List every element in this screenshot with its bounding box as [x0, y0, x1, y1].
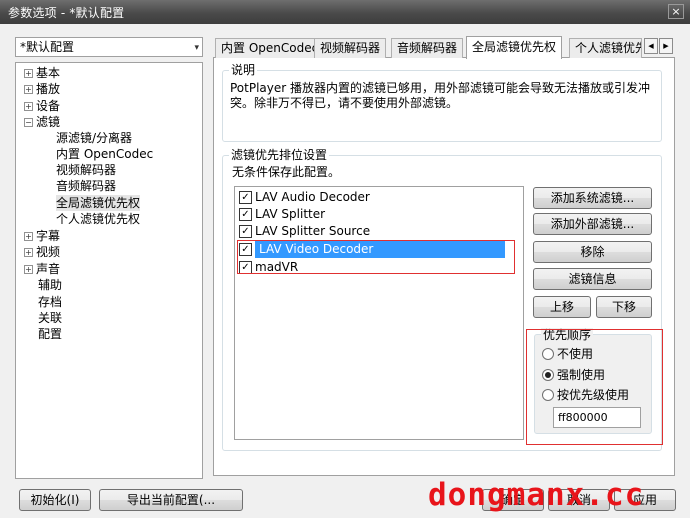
tree-item-video-decoder[interactable]: 视频解码器: [56, 162, 116, 178]
description-title: 说明: [229, 63, 258, 77]
filter-name: LAV Splitter Source: [255, 224, 371, 238]
tree-item-audio-decoder[interactable]: 音频解码器: [56, 178, 116, 194]
highlight-box: [237, 240, 515, 274]
tree-item-global-filter-priority[interactable]: 全局滤镜优先权: [56, 195, 141, 211]
tree-item-label: 辅助: [38, 278, 63, 292]
tree-item-label: 音频解码器: [56, 179, 117, 193]
tab-personal-filter-priority[interactable]: 个人滤镜优先: [569, 38, 642, 58]
tree-item-filters[interactable]: − 滤镜: [24, 114, 60, 130]
move-down-button[interactable]: 下移: [596, 296, 652, 318]
tree-item-label: 源滤镜/分离器: [56, 131, 133, 145]
tree-item-audio[interactable]: + 声音: [24, 261, 60, 277]
tree-item-archive[interactable]: 存档: [38, 294, 62, 310]
tree-item-association[interactable]: 关联: [38, 310, 62, 326]
description-line-1: PotPlayer 播放器内置的滤镜已够用，用外部滤镜可能会导致无法播放或引发冲: [230, 81, 651, 95]
expand-icon[interactable]: +: [24, 85, 33, 94]
checkbox[interactable]: ✓: [239, 191, 252, 204]
tree-item-label: 基本: [36, 66, 61, 80]
tree-item-device[interactable]: + 设备: [24, 98, 60, 114]
tree-item-label: 配置: [38, 327, 63, 341]
tree-item-label: 视频解码器: [56, 163, 117, 177]
add-external-filter-button[interactable]: 添加外部滤镜...: [533, 213, 652, 235]
tree-item-config[interactable]: 配置: [38, 326, 62, 342]
tree-item-video[interactable]: + 视频: [24, 244, 60, 260]
tab-audio-decoder[interactable]: 音频解码器: [391, 38, 464, 58]
tree-item-label: 视频: [36, 245, 61, 259]
tree-item-basic[interactable]: + 基本: [24, 65, 60, 81]
tree-item-personal-filter-priority[interactable]: 个人滤镜优先权: [56, 211, 140, 227]
filter-list[interactable]: ✓ LAV Audio Decoder ✓ LAV Splitter ✓ LAV…: [234, 186, 524, 440]
expand-icon[interactable]: +: [24, 69, 33, 78]
profile-dropdown[interactable]: *默认配置 ▾: [15, 37, 203, 57]
filter-name: LAV Splitter: [255, 207, 326, 221]
filter-priority-title: 滤镜优先排位设置: [229, 148, 330, 162]
tree-item-label: 个人滤镜优先权: [56, 212, 141, 226]
tree-item-assist[interactable]: 辅助: [38, 277, 62, 293]
tab-global-filter-priority[interactable]: 全局滤镜优先权: [466, 36, 563, 59]
expand-icon[interactable]: +: [24, 102, 33, 111]
move-up-button[interactable]: 上移: [533, 296, 591, 318]
expand-icon[interactable]: +: [24, 265, 33, 274]
list-item[interactable]: ✓ LAV Splitter Source: [235, 223, 523, 240]
tree-item-label: 播放: [36, 82, 61, 96]
tree-item-label: 字幕: [36, 229, 61, 243]
checkbox[interactable]: ✓: [239, 225, 252, 238]
tree-item-label: 存档: [38, 295, 63, 309]
expand-icon[interactable]: +: [24, 248, 33, 257]
tree-item-label: 声音: [36, 262, 61, 276]
expand-icon[interactable]: +: [24, 232, 33, 241]
list-item[interactable]: ✓ LAV Splitter: [235, 206, 523, 223]
tree-item-builtin-opencodec[interactable]: 内置 OpenCodec: [56, 146, 153, 162]
tab-video-decoder[interactable]: 视频解码器: [314, 38, 387, 58]
list-item[interactable]: ✓ LAV Audio Decoder: [235, 189, 523, 206]
add-system-filter-button[interactable]: 添加系统滤镜...: [533, 187, 652, 209]
filter-priority-subtitle: 无条件保存此配置。: [232, 165, 341, 179]
export-config-button[interactable]: 导出当前配置(...: [99, 489, 243, 511]
tree-item-label: 全局滤镜优先权: [56, 196, 141, 210]
description-line-2: 突。除非万不得已，请不要使用外部滤镜。: [230, 96, 459, 110]
watermark-text: dongmanx.cc: [428, 477, 645, 513]
checkbox[interactable]: ✓: [239, 208, 252, 221]
tree-item-source-filter[interactable]: 源滤镜/分离器: [56, 130, 132, 146]
tree-item-label: 滤镜: [36, 115, 61, 129]
tab-bar: 内置 OpenCodec 视频解码器 音频解码器 全局滤镜优先权 个人滤镜优先 …: [213, 36, 675, 59]
close-icon[interactable]: ×: [668, 4, 684, 19]
filter-name: LAV Audio Decoder: [255, 190, 370, 204]
tree-item-label: 内置 OpenCodec: [56, 147, 154, 161]
remove-button[interactable]: 移除: [533, 241, 652, 263]
tab-scroll-right-icon[interactable]: ▶: [659, 38, 673, 54]
highlight-box: [526, 329, 663, 445]
filter-info-button[interactable]: 滤镜信息: [533, 268, 652, 290]
settings-tree[interactable]: + 基本 + 播放 + 设备 − 滤镜 源滤镜/分离器 内置 OpenCodec 视频解…: [15, 62, 203, 479]
tab-scroll-left-icon[interactable]: ◀: [644, 38, 658, 54]
tree-item-label: 关联: [38, 311, 63, 325]
chevron-down-icon: ▾: [194, 43, 199, 53]
tree-item-label: 设备: [36, 99, 61, 113]
tab-builtin-opencodec[interactable]: 内置 OpenCodec: [215, 38, 325, 58]
collapse-icon[interactable]: −: [24, 118, 33, 127]
profile-value: *默认配置: [20, 40, 75, 54]
window-title: 参数选项 - *默认配置: [8, 6, 125, 20]
tree-item-subtitles[interactable]: + 字幕: [24, 228, 60, 244]
tree-item-playback[interactable]: + 播放: [24, 81, 60, 97]
initialize-button[interactable]: 初始化(I): [19, 489, 91, 511]
title-bar: 参数选项 - *默认配置 ×: [0, 0, 690, 24]
